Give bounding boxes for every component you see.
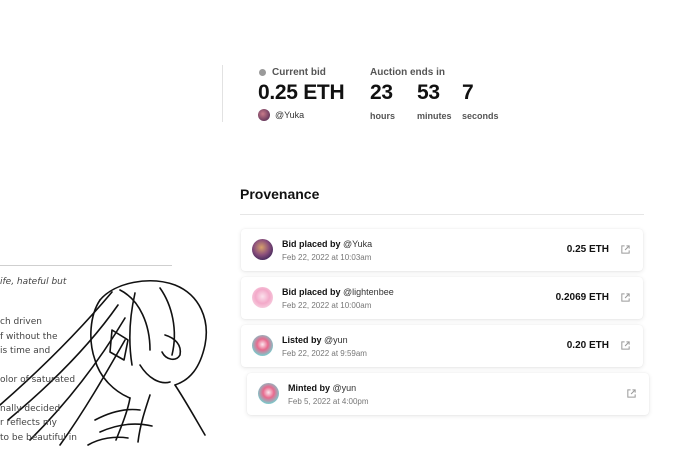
event-amount: 0.20 ETH xyxy=(566,340,609,351)
artwork-caption-line: ife, hateful but xyxy=(0,277,67,287)
avatar[interactable] xyxy=(252,239,273,260)
current-bid-label-row: Current bid xyxy=(258,66,326,78)
countdown-hours: 23 hours xyxy=(370,81,395,121)
provenance-divider xyxy=(240,214,644,215)
countdown-minutes: 53 minutes xyxy=(417,81,452,121)
event-action: Listed by xyxy=(282,335,322,345)
external-link-icon[interactable] xyxy=(626,388,637,399)
event-title: Minted by @yun xyxy=(288,383,356,393)
countdown-seconds: 7 seconds xyxy=(462,81,499,121)
countdown-hours-value: 23 xyxy=(370,81,393,104)
event-date: Feb 22, 2022 at 10:00am xyxy=(282,301,372,310)
event-date: Feb 22, 2022 at 10:03am xyxy=(282,253,372,262)
event-amount: 0.25 ETH xyxy=(566,244,609,255)
current-bid-amount: 0.25 ETH xyxy=(258,81,345,104)
artwork-divider xyxy=(0,265,172,266)
current-bidder-link[interactable]: @Yuka xyxy=(258,109,304,121)
auction-label: Auction ends in xyxy=(370,66,445,78)
event-title: Bid placed by @Yuka xyxy=(282,239,372,249)
avatar[interactable] xyxy=(252,335,273,356)
countdown-seconds-label: seconds xyxy=(462,111,499,121)
event-user-link[interactable]: @yun xyxy=(333,383,357,393)
event-date: Feb 5, 2022 at 4:00pm xyxy=(288,397,369,406)
artwork-caption-line: ch driven xyxy=(0,317,42,327)
event-action: Minted by xyxy=(288,383,330,393)
provenance-event-card[interactable]: Bid placed by @Yuka Feb 22, 2022 at 10:0… xyxy=(241,229,643,271)
artwork-caption-line: olor of saturated xyxy=(0,375,76,385)
artwork-preview[interactable]: ife, hateful but ch driven f without the… xyxy=(0,0,215,450)
avatar[interactable] xyxy=(258,383,279,404)
artwork-caption-line: f without the xyxy=(0,332,58,342)
countdown-hours-label: hours xyxy=(370,111,396,121)
artwork-caption-line: to be beautiful in xyxy=(0,433,77,443)
status-dot-icon xyxy=(259,68,266,76)
event-title: Listed by @yun xyxy=(282,335,348,345)
event-action: Bid placed by xyxy=(282,239,341,249)
bidder-avatar xyxy=(258,109,270,121)
artwork-caption-line: r reflects my xyxy=(0,418,57,428)
auction-countdown: Auction ends in 23 hours 53 minutes 7 se… xyxy=(370,66,499,122)
countdown-seconds-value: 7 xyxy=(462,81,474,104)
event-title: Bid placed by @lightenbee xyxy=(282,287,394,297)
event-date: Feb 22, 2022 at 9:59am xyxy=(282,349,367,358)
provenance-event-card[interactable]: Listed by @yun Feb 22, 2022 at 9:59am 0.… xyxy=(241,325,643,367)
current-bidder-handle: @Yuka xyxy=(275,110,305,120)
artwork-caption-line: nally decided xyxy=(0,404,61,414)
provenance-event-card[interactable]: Bid placed by @lightenbee Feb 22, 2022 a… xyxy=(241,277,643,319)
provenance-event-card[interactable]: Minted by @yun Feb 5, 2022 at 4:00pm xyxy=(247,373,649,415)
event-user-link[interactable]: @lightenbee xyxy=(343,287,394,297)
current-bid-label: Current bid xyxy=(272,66,326,78)
artwork-caption-line: is time and xyxy=(0,346,51,356)
event-amount: 0.2069 ETH xyxy=(555,292,609,303)
event-action: Bid placed by xyxy=(282,287,341,297)
external-link-icon[interactable] xyxy=(620,244,631,255)
event-user-link[interactable]: @Yuka xyxy=(343,239,372,249)
current-bid-panel: Current bid 0.25 ETH @Yuka xyxy=(258,66,345,121)
avatar[interactable] xyxy=(252,287,273,308)
provenance-heading: Provenance xyxy=(240,186,320,202)
countdown-minutes-value: 53 xyxy=(417,81,440,104)
external-link-icon[interactable] xyxy=(620,340,631,351)
event-user-link[interactable]: @yun xyxy=(324,335,348,345)
section-divider xyxy=(222,65,223,122)
countdown-minutes-label: minutes xyxy=(417,111,452,121)
external-link-icon[interactable] xyxy=(620,292,631,303)
